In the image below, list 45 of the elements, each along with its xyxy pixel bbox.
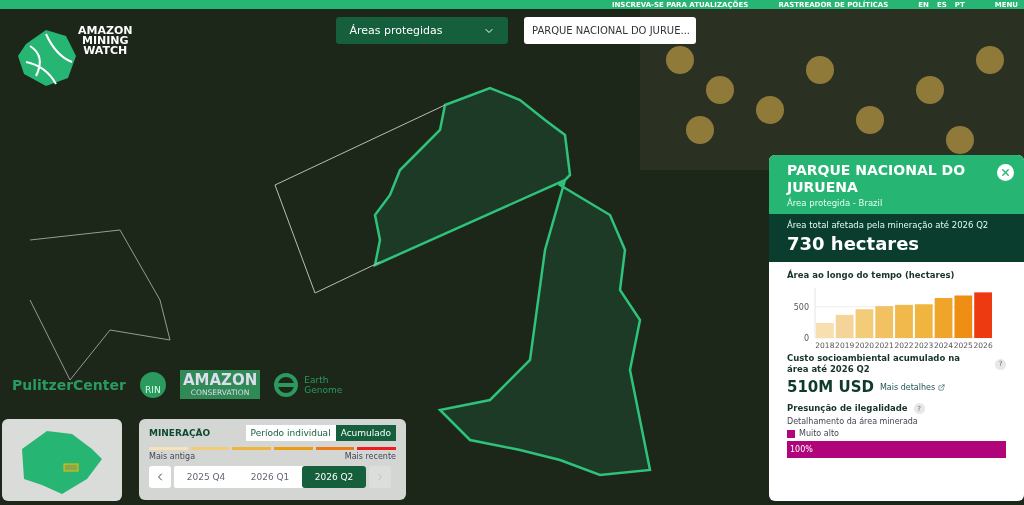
chart-bar xyxy=(855,309,874,338)
logo-text: AMAZON MINING WATCH xyxy=(78,26,133,56)
scale-label: Mais antiga xyxy=(149,452,196,461)
panel-title: PARQUE NACIONAL DO JURUENA xyxy=(787,162,967,196)
chart-bar xyxy=(934,298,953,338)
period-tab[interactable]: 2026 Q2 xyxy=(302,466,366,488)
category-label: Muito alto xyxy=(799,429,839,438)
panel-subtitle: Área protegida - Brazil xyxy=(787,198,884,208)
chart-bar xyxy=(974,292,992,338)
category-dropdown[interactable]: Áreas protegidas xyxy=(336,17,508,44)
partner-logo-text: Earth Genome xyxy=(304,374,343,395)
axis-label: 500 xyxy=(793,302,809,312)
scale-label: Mais recente xyxy=(344,452,396,461)
chart-bar xyxy=(914,304,933,338)
chart-bar xyxy=(875,306,894,338)
close-icon xyxy=(1000,167,1011,178)
chart-bar xyxy=(954,295,973,338)
total-label: Área total afetada pela mineração até 2026 Q2 xyxy=(787,220,990,230)
scale-segment xyxy=(190,447,230,450)
partner-logo: PulitzerCenter xyxy=(12,376,126,393)
illegality-title: Presunção de ilegalidade xyxy=(787,403,908,414)
partner-logo-text: AMAZON xyxy=(182,372,258,388)
chart-title: Área ao longo do tempo (hectares) xyxy=(787,270,956,281)
scale-segment xyxy=(149,447,188,450)
cost-value: 510M USD xyxy=(787,378,874,396)
previous-button[interactable] xyxy=(149,466,171,488)
scale-segment xyxy=(315,447,355,450)
area-dropdown[interactable]: PARQUE NACIONAL DO JURUE... xyxy=(524,17,696,44)
earth-logo-icon xyxy=(274,372,299,397)
scale-segment xyxy=(232,447,271,450)
total-value: 730 hectares xyxy=(787,233,921,254)
scale-segment xyxy=(357,447,397,450)
external-link-icon xyxy=(938,383,946,391)
details-link[interactable]: Mais detalhes xyxy=(879,382,946,392)
illegality-subtitle: Detalhamento da área minerada xyxy=(787,417,919,426)
mode-toggle[interactable]: Acumulado xyxy=(335,425,396,441)
axis-label: 0 xyxy=(803,334,809,343)
mode-toggle[interactable]: Período individual xyxy=(245,425,336,441)
scale-segment xyxy=(274,447,313,450)
chart-bar xyxy=(895,304,913,338)
legend-title: MINERAÇÃO xyxy=(149,428,211,438)
close-button[interactable] xyxy=(997,164,1014,181)
cost-label: Custo socioambiental acumulado na área até 2026 Q2 xyxy=(787,353,962,375)
location-marker xyxy=(63,463,79,472)
share-value: 100% xyxy=(789,445,813,454)
